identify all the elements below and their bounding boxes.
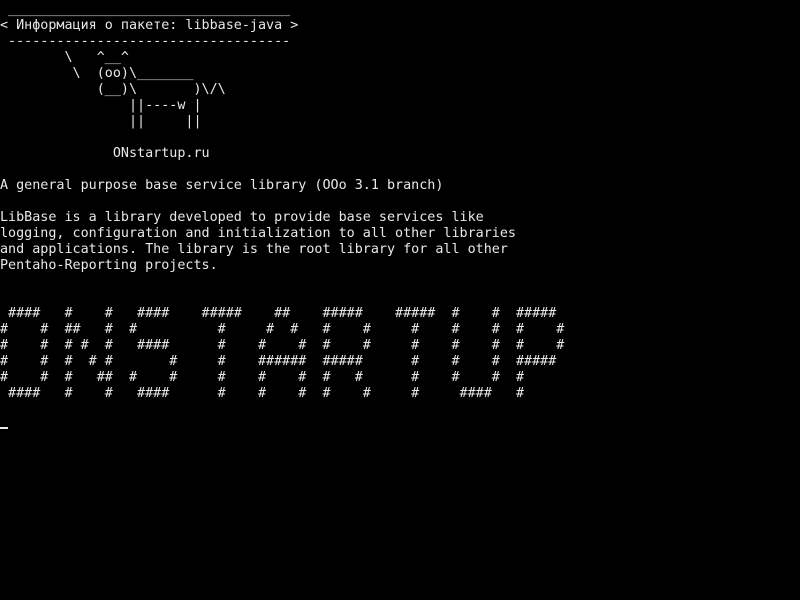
banner-line-5: # # # ## # # # # # # # # # # #	[0, 370, 525, 385]
cowsay-block: ___________________________________ < Ин…	[0, 2, 298, 162]
cowsay-top-border: ___________________________________	[0, 2, 291, 17]
banner-line-3: # # # # # #### # # # # # # # # # #	[0, 338, 565, 353]
cow-art-line-2: \ (oo)\_______	[0, 66, 194, 81]
cow-art-line-1: \ ^__^	[0, 50, 129, 65]
description-line-3: and applications. The library is the roo…	[0, 242, 508, 257]
description-line-4: Pentaho-Reporting projects.	[0, 258, 218, 273]
banner-line-2: # # ## # # # # # # # # # # # #	[0, 322, 565, 337]
cow-art-line-5: || ||	[0, 114, 202, 129]
cowsay-bottom-border: -----------------------------------	[0, 34, 291, 49]
package-description: A general purpose base service library (…	[0, 178, 516, 274]
package-info-title: < Информация о пакете: libbase-java >	[0, 18, 299, 33]
cow-art-line-4: ||----w |	[0, 98, 202, 113]
banner-line-1: #### # # #### ##### ## ##### ##### # # #…	[0, 306, 557, 321]
description-line-1: LibBase is a library developed to provid…	[0, 210, 484, 225]
package-summary: A general purpose base service library (…	[0, 178, 444, 193]
cow-art-line-3: (__)\ )\/\	[0, 82, 226, 97]
terminal-cursor	[0, 427, 8, 429]
terminal-screen: ___________________________________ < Ин…	[0, 0, 800, 600]
banner-line-4: # # # # # # # ###### ##### # # # #####	[0, 354, 557, 369]
onstartup-banner: #### # # #### ##### ## ##### ##### # # #…	[0, 306, 564, 402]
description-line-2: logging, configuration and initializatio…	[0, 226, 516, 241]
banner-line-6: #### # # #### # # # # # # #### #	[0, 386, 525, 401]
site-label: ONstartup.ru	[0, 146, 210, 161]
